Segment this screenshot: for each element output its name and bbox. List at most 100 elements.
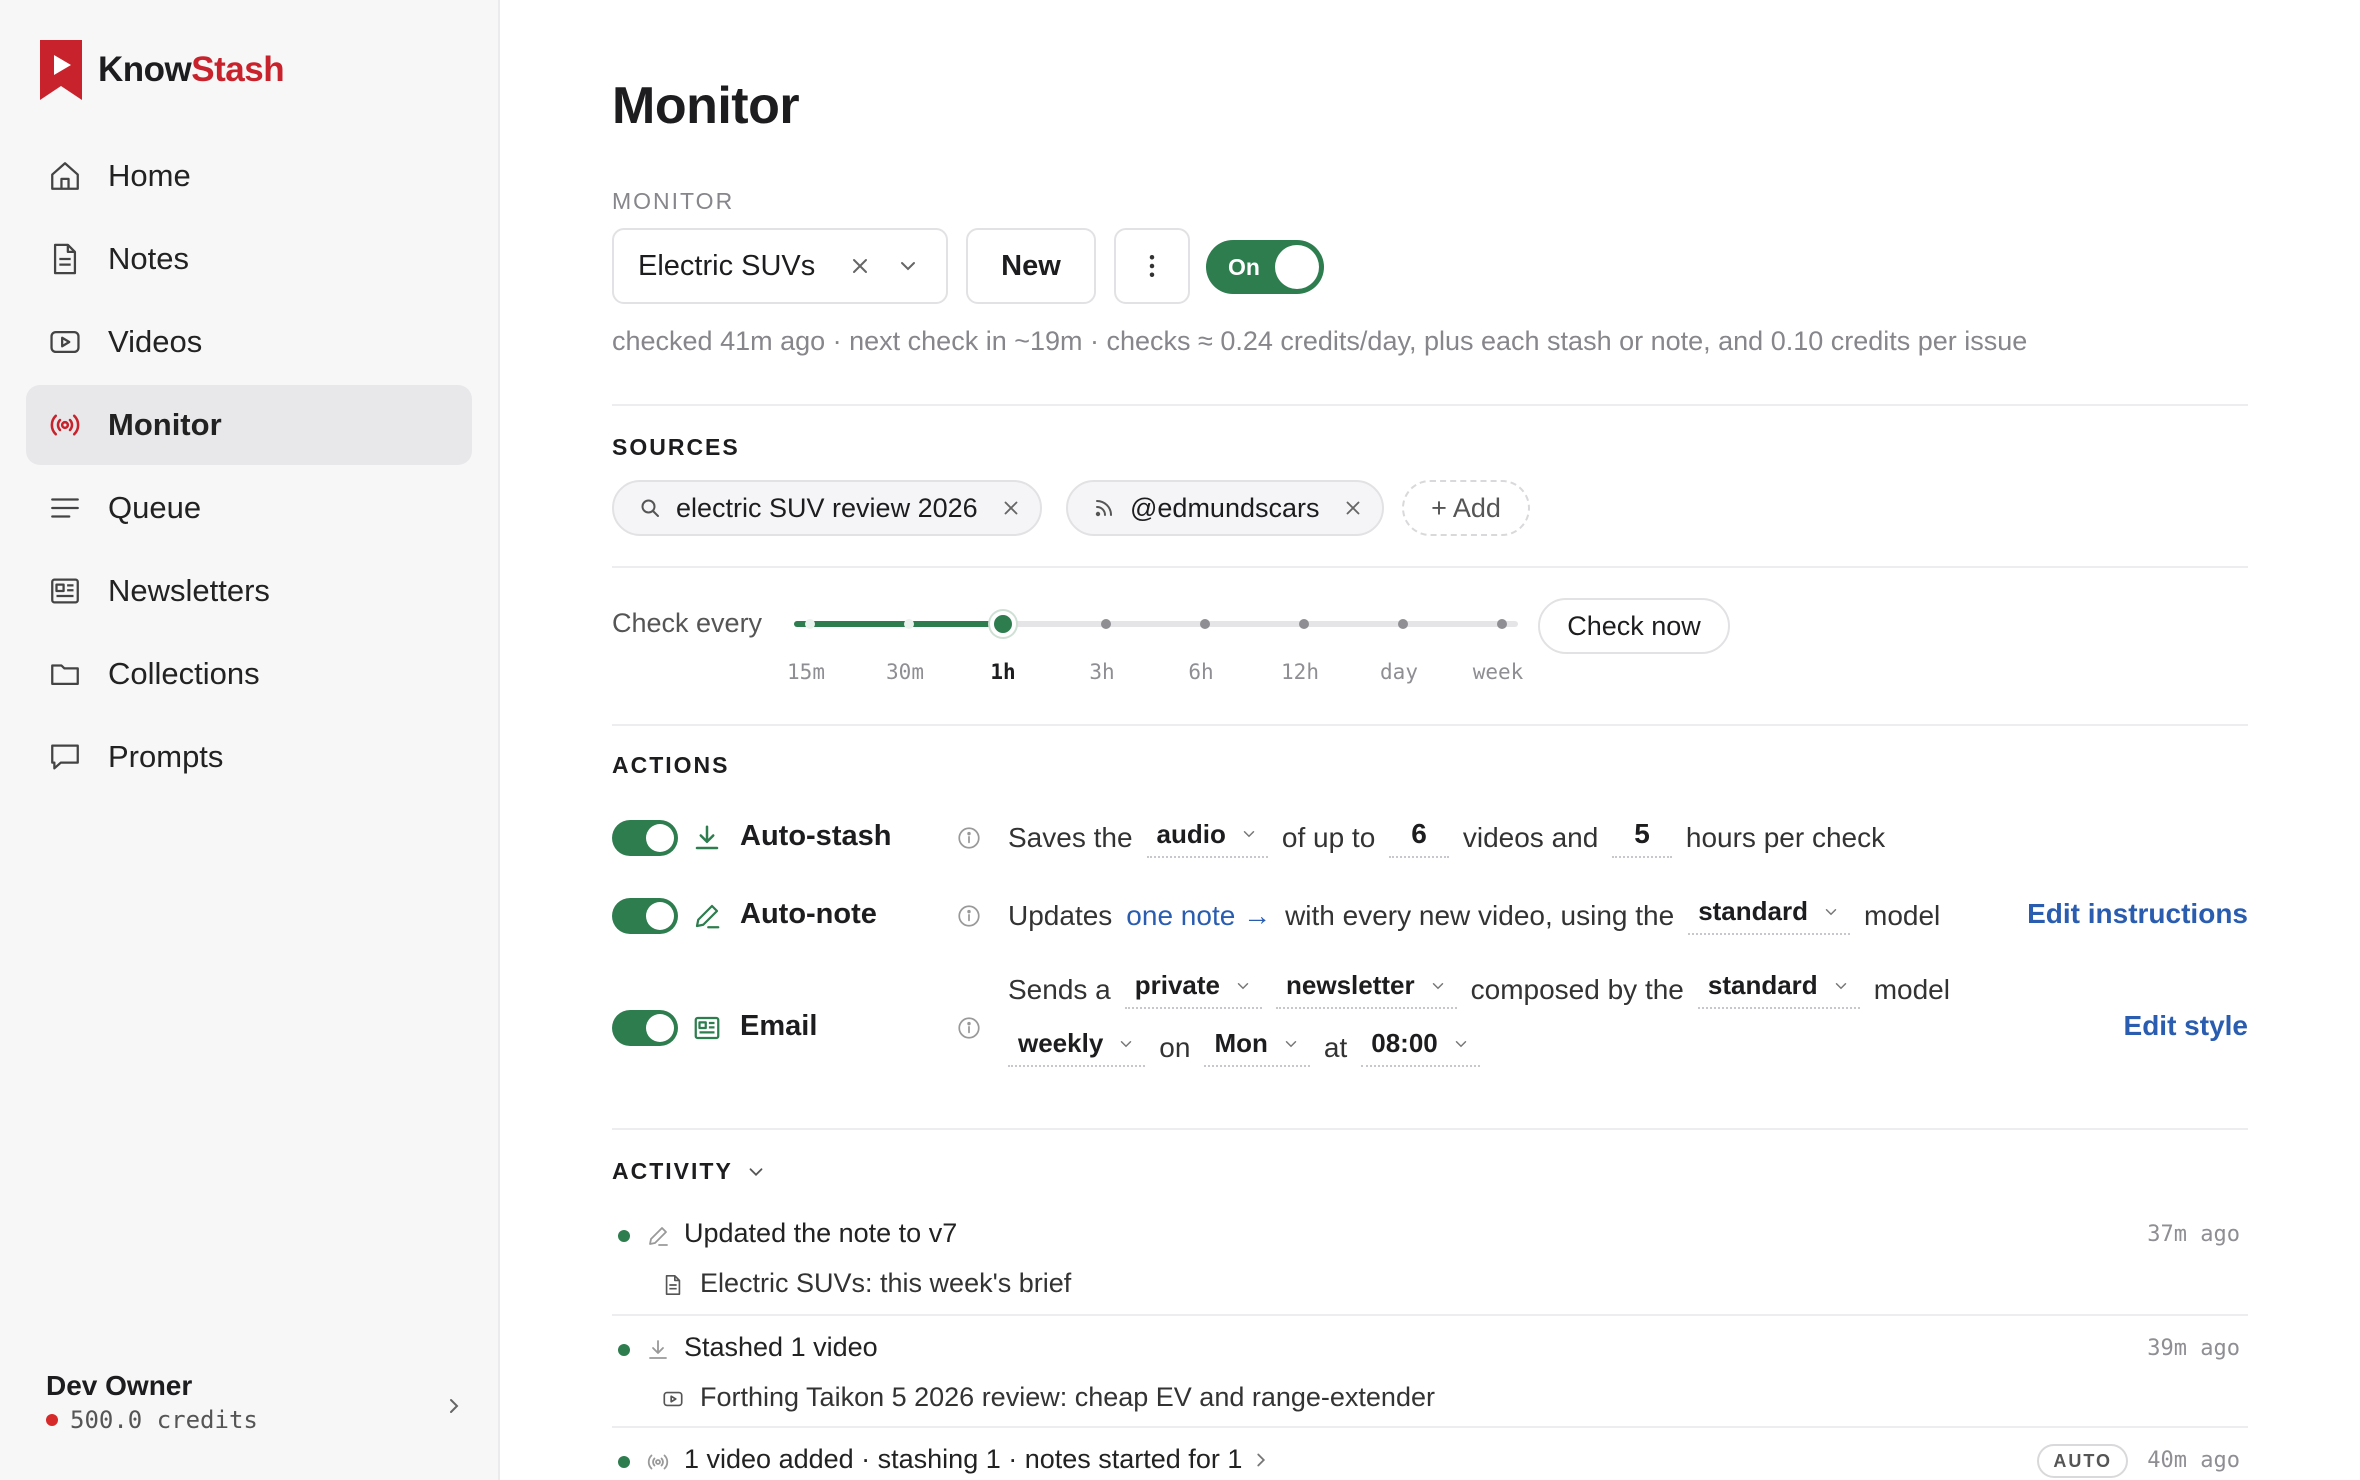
sidebar-item-label: Newsletters <box>108 573 270 608</box>
video-icon <box>50 330 80 354</box>
search-icon <box>641 499 659 517</box>
interval-stop-week[interactable] <box>1497 619 1507 629</box>
select-value: weekly <box>1018 1028 1104 1058</box>
chevron-down-icon[interactable] <box>896 254 920 278</box>
chevron-down-icon <box>1237 982 1249 989</box>
email-kind-select[interactable]: newsletter <box>1276 970 1457 1009</box>
sidebar-item-label: Monitor <box>108 407 222 442</box>
activity-video-link[interactable]: Forthing Taikon 5 2026 review: cheap EV … <box>700 1382 1435 1413</box>
activity-item: Stashed 1 video 39m ago Forthing Taikon … <box>612 1328 2248 1424</box>
select-value: private <box>1134 970 1221 1000</box>
monitor-select-value: Electric SUVs <box>638 249 816 282</box>
remove-source-icon[interactable] <box>1000 497 1022 519</box>
activity-text: Updated the note to v7 <box>684 1218 958 1248</box>
sentence-text: Updates <box>1008 899 1113 931</box>
interval-tick[interactable]: 15m <box>787 660 825 684</box>
info-icon[interactable] <box>956 1015 982 1041</box>
info-icon[interactable] <box>956 825 982 851</box>
sidebar-nav: Home Notes Videos Monitor Queue Newslett… <box>26 136 472 800</box>
sidebar-item-monitor[interactable]: Monitor <box>26 385 472 465</box>
sentence-text: videos and <box>1462 822 1599 853</box>
interval-stop-12h[interactable] <box>1299 619 1309 629</box>
divider <box>612 724 2248 726</box>
select-value: standard <box>1707 970 1818 1000</box>
sidebar-item-newsletters[interactable]: Newsletters <box>26 551 472 631</box>
home-icon <box>51 162 79 190</box>
interval-stop-30m[interactable] <box>904 619 914 629</box>
interval-tick[interactable]: 3h <box>1089 660 1114 684</box>
interval-tick[interactable]: 12h <box>1281 660 1319 684</box>
pencil-icon <box>695 904 720 929</box>
note-link[interactable]: one note → <box>1126 900 1271 932</box>
note-model-select[interactable]: standard <box>1688 896 1850 935</box>
interval-slider-thumb[interactable] <box>990 611 1016 637</box>
info-icon[interactable] <box>956 903 982 929</box>
monitor-select[interactable]: Electric SUVs <box>612 228 948 304</box>
download-icon <box>649 1340 667 1359</box>
autonote-toggle[interactable] <box>612 898 678 934</box>
logo[interactable]: KnowStash <box>40 40 285 100</box>
interval-tick[interactable]: week <box>1473 660 1524 684</box>
interval-stop-15m[interactable] <box>805 619 815 629</box>
add-source-button[interactable]: + Add <box>1402 480 1530 536</box>
max-hours-input[interactable]: 5 <box>1612 818 1672 858</box>
activity-toggle[interactable]: ACTIVITY <box>612 1158 767 1185</box>
actions-section-label: ACTIONS <box>612 752 730 778</box>
folder-icon <box>51 664 79 686</box>
time-select[interactable]: 08:00 <box>1361 1028 1480 1067</box>
source-chip-channel[interactable]: @edmundscars <box>1066 480 1384 536</box>
remove-source-icon[interactable] <box>1342 497 1364 519</box>
autostash-toggle[interactable] <box>612 820 678 856</box>
edit-style-link[interactable]: Edit style <box>2124 1010 2248 1042</box>
edit-instructions-link[interactable]: Edit instructions <box>2027 898 2248 930</box>
document-icon <box>53 243 77 275</box>
media-type-select[interactable]: audio <box>1146 818 1268 858</box>
sidebar-item-videos[interactable]: Videos <box>26 302 472 382</box>
sidebar-item-collections[interactable]: Collections <box>26 634 472 714</box>
privacy-select[interactable]: private <box>1124 970 1263 1009</box>
action-name: Auto-note <box>740 898 877 930</box>
email-model-select[interactable]: standard <box>1697 970 1860 1009</box>
toggle-knob <box>646 1014 674 1042</box>
divider <box>612 404 2248 406</box>
sidebar-item-notes[interactable]: Notes <box>26 219 472 299</box>
action-row-autonote: Auto-note Updates one note → with every … <box>612 894 2248 938</box>
interval-tick[interactable]: 6h <box>1188 660 1213 684</box>
sidebar-item-home[interactable]: Home <box>26 136 472 216</box>
interval-stop-3h[interactable] <box>1101 619 1111 629</box>
source-chip-search[interactable]: electric SUV review 2026 <box>612 480 1042 536</box>
divider <box>612 566 2248 568</box>
sidebar-item-queue[interactable]: Queue <box>26 468 472 548</box>
interval-tick[interactable]: day <box>1380 660 1418 684</box>
more-options-button[interactable] <box>1114 228 1190 304</box>
frequency-select[interactable]: weekly <box>1008 1028 1146 1067</box>
sidebar-item-prompts[interactable]: Prompts <box>26 717 472 797</box>
email-toggle[interactable] <box>612 1010 678 1046</box>
interval-stop-6h[interactable] <box>1200 619 1210 629</box>
interval-slider-fill <box>794 621 994 627</box>
interval-tick-selected[interactable]: 1h <box>990 660 1015 684</box>
action-row-email: Email Sends a private newsletter compose… <box>612 970 2248 1090</box>
download-icon <box>695 825 719 850</box>
new-monitor-button[interactable]: New <box>966 228 1096 304</box>
chat-icon <box>51 744 79 770</box>
check-now-button[interactable]: Check now <box>1538 598 1730 654</box>
sidebar-item-label: Notes <box>108 241 189 276</box>
video-icon <box>663 1391 683 1407</box>
account-menu[interactable]: Dev Owner 500.0 credits <box>46 1370 466 1434</box>
select-value: Mon <box>1214 1028 1268 1058</box>
select-value: audio <box>1156 818 1226 849</box>
toggle-label: On <box>1228 253 1260 280</box>
day-select[interactable]: Mon <box>1204 1028 1310 1067</box>
activity-item[interactable]: 1 video added · stashing 1 · notes start… <box>612 1440 2248 1480</box>
max-videos-input[interactable]: 6 <box>1389 818 1449 858</box>
clear-icon[interactable] <box>848 254 872 278</box>
broadcast-icon <box>647 1454 669 1470</box>
pencil-icon <box>649 1227 668 1246</box>
activity-section-label: ACTIVITY <box>612 1158 733 1184</box>
activity-note-link[interactable]: Electric SUVs: this week's brief <box>700 1268 1071 1299</box>
sentence-text: model <box>1873 973 1950 1005</box>
monitor-enabled-toggle[interactable]: On <box>1206 240 1324 294</box>
interval-stop-day[interactable] <box>1398 619 1408 629</box>
interval-tick[interactable]: 30m <box>886 660 924 684</box>
